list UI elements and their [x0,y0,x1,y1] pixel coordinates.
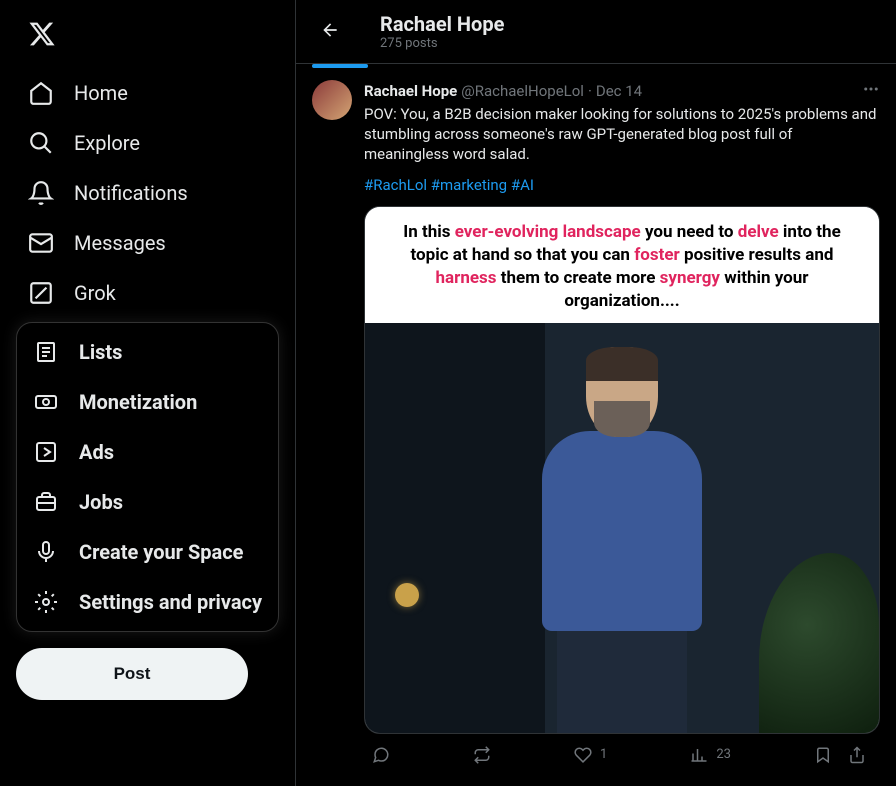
views-button[interactable]: 23 [690,746,731,764]
separator: · [588,82,592,100]
menu-jobs[interactable]: Jobs [17,477,278,527]
tweet-header: Rachael Hope @RachaelHopeLol · Dec 14 [364,80,880,102]
sidebar: Home Explore Notifications Messages Grok… [0,0,296,786]
bell-icon [28,180,54,206]
tweet-hashtags: #RachLol #marketing #AI [364,176,880,194]
logo[interactable] [16,8,279,68]
nav-label: Home [74,81,128,105]
mic-icon [33,539,59,565]
bookmark-button[interactable] [814,746,832,764]
nav-notifications[interactable]: Notifications [16,168,279,218]
heart-icon [574,746,592,764]
avatar[interactable] [312,80,352,120]
mail-icon [28,230,54,256]
meme-photo [365,323,879,733]
arrow-left-icon [320,20,340,40]
hashtag-link[interactable]: #AI [511,176,534,194]
post-button[interactable]: Post [16,648,248,700]
tweet-image[interactable]: In this ever-evolving landscape you need… [364,206,880,734]
nav-home[interactable]: Home [16,68,279,118]
back-button[interactable] [312,12,348,52]
nav-messages[interactable]: Messages [16,218,279,268]
nav-label: Explore [74,131,140,155]
menu-label: Create your Space [79,540,243,564]
share-button[interactable] [848,746,866,764]
nav-grok[interactable]: Grok [16,268,279,318]
ads-icon [33,439,59,465]
menu-ads[interactable]: Ads [17,427,278,477]
nav-label: Messages [74,231,166,255]
hashtag-link[interactable]: #marketing [431,176,507,194]
menu-monetization[interactable]: Monetization [17,377,278,427]
tweet-date[interactable]: Dec 14 [596,82,642,100]
menu-create-space[interactable]: Create your Space [17,527,278,577]
tweet: Rachael Hope @RachaelHopeLol · Dec 14 PO… [296,68,896,776]
tweet-more-button[interactable] [862,80,880,102]
reply-button[interactable] [372,746,390,764]
home-icon [28,80,54,106]
search-icon [28,130,54,156]
nav-explore[interactable]: Explore [16,118,279,168]
briefcase-icon [33,489,59,515]
meme-caption: In this ever-evolving landscape you need… [365,207,879,323]
profile-title-block: Rachael Hope 275 posts [380,12,504,51]
profile-name: Rachael Hope [380,12,504,36]
like-button[interactable]: 1 [574,746,607,764]
author-handle[interactable]: @RachaelHopeLol [461,82,584,100]
nav-label: Grok [74,281,116,305]
menu-label: Ads [79,440,114,464]
hashtag-link[interactable]: #RachLol [364,176,427,194]
retweet-button[interactable] [473,746,491,764]
ellipsis-icon [862,80,880,98]
menu-label: Monetization [79,390,197,414]
menu-settings[interactable]: Settings and privacy [17,577,278,627]
share-icon [848,746,866,764]
reply-icon [372,746,390,764]
retweet-icon [473,746,491,764]
tweet-text: POV: You, a B2B decision maker looking f… [364,104,880,164]
menu-label: Settings and privacy [79,590,262,614]
main-column: Rachael Hope 275 posts Rachael Hope @Rac… [296,0,896,786]
more-menu: Lists Monetization Ads Jobs Create your … [16,322,279,632]
menu-label: Jobs [79,490,123,514]
menu-label: Lists [79,340,122,364]
profile-header: Rachael Hope 275 posts [296,0,896,64]
profile-post-count: 275 posts [380,36,504,51]
list-icon [33,339,59,365]
money-icon [33,389,59,415]
like-count: 1 [600,747,607,762]
menu-lists[interactable]: Lists [17,327,278,377]
view-count: 23 [716,747,731,762]
gear-icon [33,589,59,615]
grok-icon [28,280,54,306]
tweet-actions: 1 23 [364,734,874,764]
x-logo-icon [28,20,56,48]
nav-label: Notifications [74,181,188,205]
bookmark-icon [814,746,832,764]
author-name[interactable]: Rachael Hope [364,82,457,100]
analytics-icon [690,746,708,764]
